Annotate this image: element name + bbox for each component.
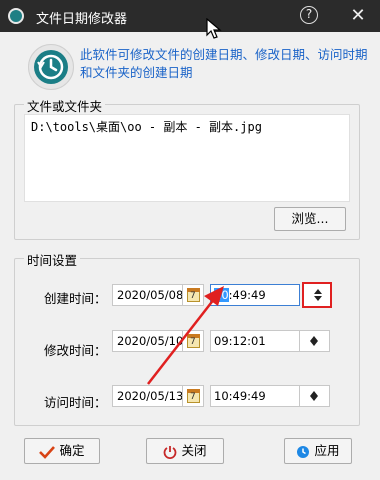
calendar-icon: 7: [187, 389, 200, 403]
created-time-spinner[interactable]: [302, 282, 332, 308]
spin-down-icon[interactable]: [310, 396, 318, 401]
help-button[interactable]: ?: [300, 6, 318, 24]
ok-button[interactable]: 确定: [24, 438, 100, 464]
ok-label: 确定: [59, 443, 85, 458]
file-path-field[interactable]: D:\tools\桌面\oo - 副本 - 副本.jpg: [24, 114, 350, 202]
mouse-cursor-icon: [206, 18, 222, 39]
created-time-label: 创建时间：: [44, 291, 107, 306]
modified-time-label: 修改时间：: [44, 343, 107, 358]
close-label: 关闭: [181, 443, 207, 458]
clock-icon: [297, 445, 310, 458]
spin-down-icon[interactable]: [310, 341, 318, 346]
modified-time-spinner[interactable]: [300, 330, 330, 352]
file-path-text: D:\tools\桌面\oo - 副本 - 副本.jpg: [31, 120, 262, 134]
window-close-button[interactable]: ✕: [346, 4, 370, 28]
file-group-label: 文件或文件夹: [24, 96, 106, 115]
title-bar: 文件日期修改器 ? ✕: [0, 0, 380, 32]
accessed-time-label: 访问时间：: [44, 395, 107, 410]
spin-up-icon[interactable]: [314, 289, 322, 294]
time-group-label: 时间设置: [24, 250, 81, 269]
app-clock-icon: [8, 8, 24, 24]
power-icon: [164, 445, 177, 459]
apply-label: 应用: [314, 443, 340, 458]
annotation-arrow-icon: [147, 286, 224, 385]
check-icon: [39, 445, 56, 459]
logo-clock-icon: [28, 44, 74, 90]
accessed-time-spinner[interactable]: [300, 385, 330, 407]
browse-button[interactable]: 浏览...: [274, 207, 346, 231]
apply-button[interactable]: 应用: [284, 438, 352, 464]
accessed-time-text: 10:49:49: [214, 389, 266, 403]
description-text: 此软件可修改文件的创建日期、修改日期、访问时期和文件夹的创建日期: [80, 47, 368, 80]
created-time-rest: :49:49: [228, 288, 266, 302]
close-button[interactable]: 关闭: [146, 438, 224, 464]
window-title: 文件日期修改器: [36, 12, 128, 27]
spin-down-icon[interactable]: [314, 296, 322, 301]
